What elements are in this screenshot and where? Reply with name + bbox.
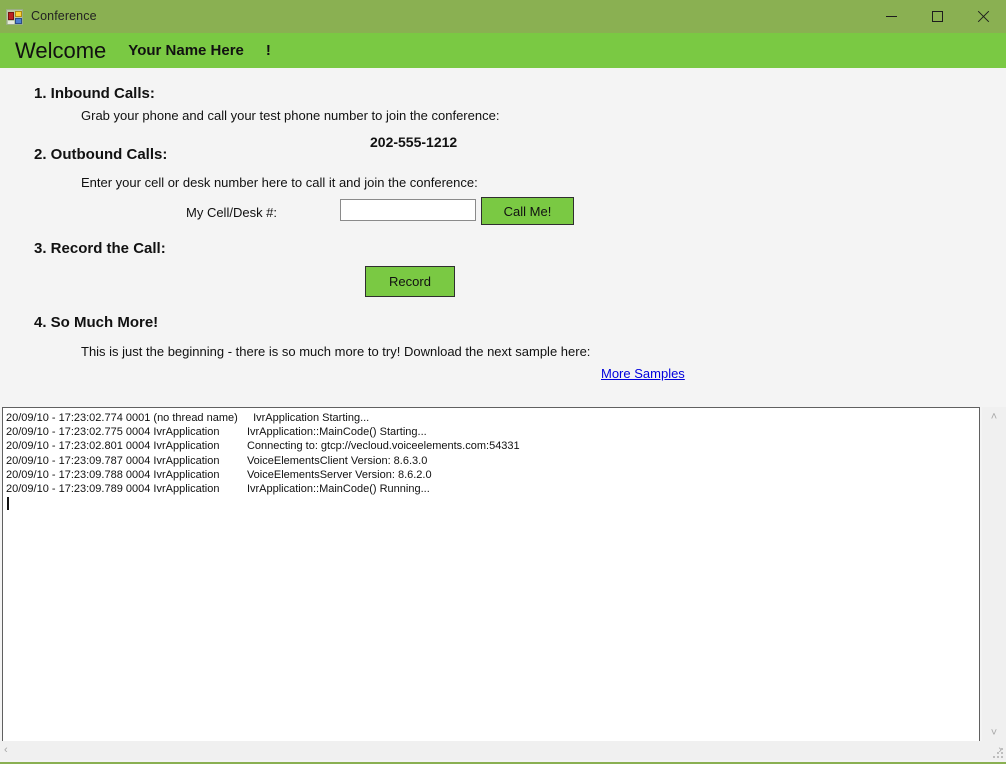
welcome-exclamation: ! — [266, 42, 271, 59]
close-button[interactable] — [960, 0, 1006, 33]
log-line: 20/09/10 - 17:23:09.788 0004 IvrApplicat… — [6, 468, 979, 482]
log-line: 20/09/10 - 17:23:09.787 0004 IvrApplicat… — [6, 454, 979, 468]
log-output-textbox[interactable]: 20/09/10 - 17:23:02.774 0001 (no thread … — [2, 407, 980, 744]
log-line: 20/09/10 - 17:23:02.801 0004 IvrApplicat… — [6, 439, 979, 453]
log-line: 20/09/10 - 17:23:02.775 0004 IvrApplicat… — [6, 425, 979, 439]
so-much-more-instruction: This is just the beginning - there is so… — [81, 344, 590, 359]
resize-grip-icon[interactable] — [993, 748, 1004, 759]
outbound-calls-instruction: Enter your cell or desk number here to c… — [81, 175, 478, 190]
scroll-left-icon[interactable]: ‹ — [0, 740, 12, 761]
call-me-button[interactable]: Call Me! — [481, 197, 574, 225]
outbound-calls-heading: 2. Outbound Calls: — [34, 146, 167, 163]
close-icon — [977, 10, 990, 23]
text-caret — [7, 497, 9, 510]
welcome-user-name: Your Name Here — [128, 42, 244, 59]
main-content: 1. Inbound Calls: Grab your phone and ca… — [0, 68, 1006, 400]
more-samples-link[interactable]: More Samples — [601, 366, 685, 381]
window-controls — [868, 0, 1006, 33]
inbound-calls-instruction: Grab your phone and call your test phone… — [81, 108, 499, 123]
test-phone-number: 202-555-1212 — [370, 134, 457, 150]
title-bar: Conference — [0, 0, 1006, 33]
record-call-heading: 3. Record the Call: — [34, 240, 166, 257]
scroll-up-icon[interactable]: ˄ — [987, 407, 1001, 428]
window-title: Conference — [31, 0, 97, 33]
welcome-banner: Welcome Your Name Here ! — [0, 33, 1006, 68]
cell-desk-label: My Cell/Desk #: — [186, 205, 277, 220]
vs-form-icon — [6, 9, 23, 25]
minimize-button[interactable] — [868, 0, 914, 33]
vertical-scrollbar[interactable]: ˄ ˅ — [982, 407, 1006, 744]
maximize-button[interactable] — [914, 0, 960, 33]
welcome-greeting: Welcome — [15, 38, 106, 64]
conference-window: Conference Welcome Your Name Here ! 1. I… — [0, 0, 1006, 764]
log-line: 20/09/10 - 17:23:09.789 0004 IvrApplicat… — [6, 482, 979, 496]
inbound-calls-heading: 1. Inbound Calls: — [34, 85, 155, 102]
cell-desk-input[interactable] — [340, 199, 476, 221]
horizontal-scrollbar[interactable]: ‹ › — [0, 741, 1006, 760]
log-line: 20/09/10 - 17:23:02.774 0001 (no thread … — [6, 411, 979, 425]
minimize-icon — [886, 16, 897, 17]
record-button[interactable]: Record — [365, 266, 455, 297]
log-lines: 20/09/10 - 17:23:02.774 0001 (no thread … — [6, 411, 979, 496]
so-much-more-heading: 4. So Much More! — [34, 314, 158, 331]
maximize-icon — [932, 11, 943, 22]
